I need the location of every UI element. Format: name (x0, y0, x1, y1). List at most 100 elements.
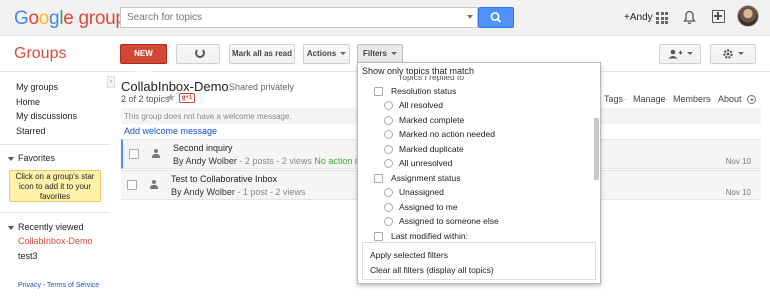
refresh-icon (195, 48, 205, 58)
filters-button[interactable]: Filters (357, 44, 403, 64)
radio-marked-complete[interactable]: Marked complete (384, 115, 465, 126)
notifications-bell-icon[interactable] (683, 10, 696, 25)
radio-label: Marked duplicate (399, 144, 464, 154)
chevron-down-icon (687, 52, 693, 56)
top-bar: Google groups +Andy (0, 0, 770, 36)
resolution-status-label: Resolution status (391, 86, 457, 96)
search-button[interactable] (478, 7, 514, 28)
search-dropdown-icon[interactable] (467, 15, 473, 19)
search-box[interactable] (120, 7, 478, 28)
sidebar-item-my-groups[interactable]: My groups (16, 82, 58, 92)
new-topic-button[interactable]: NEW TOPIC (120, 44, 167, 76)
radio-assigned-to-me[interactable]: Assigned to me (384, 202, 458, 213)
filters-scrollbar[interactable] (594, 118, 599, 180)
radio-assigned-to-someone-else[interactable]: Assigned to someone else (384, 216, 499, 227)
radio-icon (384, 159, 393, 169)
group-options-icon[interactable] (747, 95, 756, 104)
user-name-link[interactable]: +Andy (624, 12, 653, 23)
group-visibility: Shared privately (229, 82, 295, 92)
topic-stats: - 2 posts - 2 views (236, 156, 315, 166)
gplus-button[interactable]: g+1 (179, 93, 195, 103)
add-welcome-message-link[interactable]: Add welcome message (124, 126, 217, 136)
radio-label: Unassigned (399, 187, 444, 197)
share-plus-icon[interactable] (712, 10, 725, 23)
radio-label: Marked complete (399, 115, 465, 125)
privacy-terms-link[interactable]: Privacy - Terms of Service (18, 282, 99, 289)
topic-author: By Andy Wolber (171, 187, 235, 197)
sidebar-divider (0, 144, 110, 145)
topic-meta: By Andy Wolber - 1 post - 2 views (171, 187, 305, 197)
recent-item-test3[interactable]: test3 (18, 251, 38, 261)
add-person-icon (668, 49, 683, 59)
chevron-down-icon (391, 52, 397, 56)
gear-icon (723, 49, 733, 59)
chevron-down-icon (8, 156, 14, 161)
favorites-hint: Click on a group's star icon to add it t… (9, 170, 101, 202)
radio-icon (384, 130, 393, 140)
mark-all-read-button[interactable]: Mark all as read (229, 44, 295, 64)
radio-label: Assigned to someone else (399, 216, 499, 226)
radio-all-resolved[interactable]: All resolved (384, 100, 443, 111)
checkbox-icon (374, 232, 383, 242)
radio-label: Marked no action needed (399, 129, 495, 139)
topic-checkbox[interactable] (127, 180, 137, 190)
topic-count: 2 of 2 topics (121, 94, 170, 104)
topic-title[interactable]: Second inquiry (173, 143, 233, 153)
search-icon (490, 12, 502, 23)
tags-link[interactable]: Tags (604, 94, 623, 104)
actions-label: Actions (306, 49, 337, 58)
recently-viewed-heading[interactable]: Recently viewed (8, 222, 84, 232)
person-icon (149, 180, 159, 190)
radio-icon (384, 145, 393, 155)
radio-label: Assigned to me (399, 202, 458, 212)
radio-icon (384, 188, 393, 198)
sidebar-item-starred[interactable]: Starred (16, 126, 46, 136)
search-input[interactable] (121, 8, 451, 27)
radio-icon (384, 203, 393, 213)
logo-google-text: Google (14, 8, 74, 29)
radio-marked-no-action[interactable]: Marked no action needed (384, 129, 495, 140)
topic-title[interactable]: Test to Collaborative Inbox (171, 174, 277, 184)
radio-icon (384, 101, 393, 111)
recent-item-collabinbox-demo[interactable]: CollabInbox-Demo (18, 236, 93, 246)
topic-author: By Andy Wolber (173, 156, 237, 166)
apps-grid-icon[interactable] (656, 12, 668, 24)
filters-dropdown: Show only topics that match Topics I rep… (357, 62, 601, 284)
filter-actions: Apply selected filters Clear all filters… (362, 242, 596, 280)
recently-viewed-heading-label: Recently viewed (18, 222, 84, 232)
sidebar-item-my-discussions[interactable]: My discussions (16, 111, 77, 121)
star-icon[interactable]: ★ (166, 91, 176, 104)
checkbox-icon (374, 87, 383, 97)
refresh-button[interactable] (176, 44, 220, 64)
google-groups-logo[interactable]: Google groups (14, 8, 135, 30)
manage-link[interactable]: Manage (633, 94, 666, 104)
topic-date: Nov 10 (725, 188, 751, 197)
radio-unassigned[interactable]: Unassigned (384, 187, 444, 198)
radio-all-unresolved[interactable]: All unresolved (384, 158, 452, 169)
resolution-status-checkbox[interactable]: Resolution status (374, 86, 457, 97)
collapse-sidebar-button[interactable]: ‹ (107, 76, 115, 88)
radio-marked-duplicate[interactable]: Marked duplicate (384, 144, 464, 155)
radio-label: All resolved (399, 100, 443, 110)
actions-button[interactable]: Actions (303, 44, 350, 64)
last-modified-checkbox[interactable]: Last modified within: (374, 231, 469, 242)
sidebar-item-home[interactable]: Home (16, 97, 40, 107)
radio-icon (384, 116, 393, 126)
last-modified-label: Last modified within: (391, 231, 469, 241)
settings-button[interactable] (710, 44, 756, 64)
page-title[interactable]: Groups (14, 45, 66, 63)
avatar[interactable] (737, 5, 759, 27)
favorites-heading-label: Favorites (18, 153, 56, 163)
clear-filters-button[interactable]: Clear all filters (display all topics) (370, 265, 494, 275)
apply-filters-button[interactable]: Apply selected filters (370, 250, 448, 260)
topic-checkbox[interactable] (129, 149, 139, 159)
radio-icon (384, 217, 393, 227)
checkbox-icon (374, 174, 383, 184)
assignment-status-checkbox[interactable]: Assignment status (374, 173, 460, 184)
members-link[interactable]: Members (673, 94, 711, 104)
about-link[interactable]: About (718, 94, 742, 104)
favorites-heading[interactable]: Favorites (8, 153, 55, 163)
sidebar-divider (0, 212, 110, 213)
add-member-button[interactable] (659, 44, 701, 64)
chevron-down-icon (738, 52, 744, 56)
